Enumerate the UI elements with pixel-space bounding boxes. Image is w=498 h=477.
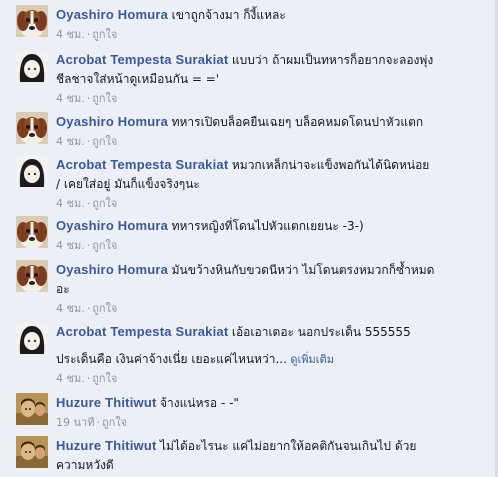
timestamp[interactable]: 4 ชม.: [56, 372, 85, 385]
like-link[interactable]: ถูกใจ: [92, 197, 117, 210]
comment-text: แบบว่า ถ้าผมเป็นทหารก็อยากจะลองพุ่ง: [231, 53, 434, 67]
comment-meta: 4 ชม. · ถูกใจ: [56, 133, 486, 150]
comment-meta: 4 ชม. · ถูกใจ: [56, 370, 486, 387]
like-link[interactable]: ถูกใจ: [92, 135, 117, 148]
avatar[interactable]: [16, 155, 48, 187]
comment-body: Oyashiro Homura เขาถูกจ้างมา ก็งี้แหละ 4…: [56, 5, 486, 43]
comment-thread: Oyashiro Homura เขาถูกจ้างมา ก็งี้แหละ 4…: [0, 0, 498, 477]
comment-body: Oyashiro Homura ทหารหญิงที่โดนไปหัวแตกเย…: [56, 216, 486, 254]
timestamp[interactable]: 4 ชม.: [56, 302, 85, 315]
comment-text: จ้างแน่หรอ - -": [160, 396, 239, 410]
dog-avatar-icon: [16, 112, 48, 144]
avatar[interactable]: [16, 393, 48, 425]
dog-avatar-icon: [16, 216, 48, 248]
comment-meta: 4 ชม. · ถูกใจ: [56, 26, 486, 43]
like-link[interactable]: ถูกใจ: [92, 28, 117, 41]
avatar[interactable]: [16, 50, 48, 82]
girl-avatar-icon: [16, 322, 48, 354]
girl-avatar-icon: [16, 50, 48, 82]
girl-avatar-icon: [16, 155, 48, 187]
comment-text-cont: ชีลชาจใส่หน้าดูเหมือนกัน = =': [56, 72, 220, 86]
huzure-avatar-icon: [16, 436, 48, 468]
comment-body: Oyashiro Homura ทหารเปิดบล็อคยืนเฉยๆ บล็…: [56, 112, 486, 150]
author-link[interactable]: Huzure Thitiwut: [56, 438, 157, 453]
comment-text: ไม่ได้อะไรนะ แค่ไม่อยากให้อคติกันจนเกินไ…: [160, 439, 417, 453]
comment-body: Acrobat Tempesta Surakiat แบบว่า ถ้าผมเป…: [56, 50, 486, 107]
avatar[interactable]: [16, 260, 48, 292]
avatar[interactable]: [16, 112, 48, 144]
avatar[interactable]: [16, 216, 48, 248]
comment-text-cont: ความหวังดี: [56, 458, 114, 472]
like-link[interactable]: ถูกใจ: [92, 372, 117, 385]
avatar[interactable]: [16, 5, 48, 37]
author-link[interactable]: Oyashiro Homura: [56, 114, 168, 129]
comment-body: Acrobat Tempesta Surakiat หมวกเหล็กน่าจะ…: [56, 155, 486, 212]
separator: ·: [96, 416, 100, 429]
author-link[interactable]: Huzure Thitiwut: [56, 395, 157, 410]
dog-avatar-icon: [16, 260, 48, 292]
comment-meta: 4 ชม. · ถูกใจ: [56, 195, 486, 212]
timestamp[interactable]: 4 ชม.: [56, 28, 85, 41]
author-link[interactable]: Oyashiro Homura: [56, 7, 168, 22]
see-more-link[interactable]: ดูเพิ่มเติม: [290, 353, 334, 366]
like-link[interactable]: ถูกใจ: [102, 416, 127, 429]
comment-body: Oyashiro Homura มันขว้างหินกับขวดนีหว่า …: [56, 260, 486, 317]
avatar[interactable]: [16, 322, 48, 354]
avatar[interactable]: [16, 436, 48, 468]
comment-meta: 19 นาที · ถูกใจ: [56, 414, 486, 431]
author-link[interactable]: Oyashiro Homura: [56, 218, 168, 233]
comment-meta: 4 ชม. · ถูกใจ: [56, 300, 486, 317]
comment-text: เขาถูกจ้างมา ก็งี้แหละ: [171, 8, 286, 22]
timestamp[interactable]: 4 ชม.: [56, 197, 85, 210]
author-link[interactable]: Acrobat Tempesta Surakiat: [56, 324, 228, 339]
comment-text: เอ้อเอาเตอะ นอกประเด็น 555555: [231, 325, 411, 339]
author-link[interactable]: Acrobat Tempesta Surakiat: [56, 52, 228, 67]
comment-text-cont: / เคยใส่อยู่ มันก็แข็งจริงๆนะ: [56, 177, 200, 191]
dog-avatar-icon: [16, 5, 48, 37]
comment-text: ทหารเปิดบล็อคยืนเฉยๆ บล็อคหมดโดนปาหัวแตก: [171, 115, 424, 129]
author-link[interactable]: Acrobat Tempesta Surakiat: [56, 157, 228, 172]
timestamp[interactable]: 4 ชม.: [56, 239, 85, 252]
like-link[interactable]: ถูกใจ: [92, 92, 117, 105]
comment-meta: 4 ชม. · ถูกใจ: [56, 90, 486, 107]
author-link[interactable]: Oyashiro Homura: [56, 262, 168, 277]
comment-body: Huzure Thitiwut ไม่ได้อะไรนะ แค่ไม่อยากใ…: [56, 436, 486, 475]
comment-text-extra: ประเด็นคือ เงินค่าจ้างเนี่ย เยอะแค่ไหนหว…: [56, 352, 287, 366]
comment-body: Huzure Thitiwut จ้างแน่หรอ - -" 19 นาที ·…: [56, 393, 486, 431]
comment-meta: 4 ชม. · ถูกใจ: [56, 237, 486, 254]
timestamp[interactable]: 4 ชม.: [56, 135, 85, 148]
comment-text: หมวกเหล็กน่าจะแข็งพอกันได้นิดหน่อย: [231, 158, 430, 172]
huzure-avatar-icon: [16, 393, 48, 425]
comment-text: ทหารหญิงที่โดนไปหัวแตกเยยนะ -3-): [171, 219, 364, 233]
comment-text: มันขว้างหินกับขวดนีหว่า ไม่โดนตรงหมวกก็ซ…: [171, 263, 435, 277]
timestamp[interactable]: 19 นาที: [56, 416, 94, 429]
like-link[interactable]: ถูกใจ: [92, 302, 117, 315]
comment-text-cont: อะ: [56, 282, 70, 296]
timestamp[interactable]: 4 ชม.: [56, 92, 85, 105]
like-link[interactable]: ถูกใจ: [92, 239, 117, 252]
comment-body: Acrobat Tempesta Surakiat เอ้อเอาเตอะ นอ…: [56, 322, 486, 387]
